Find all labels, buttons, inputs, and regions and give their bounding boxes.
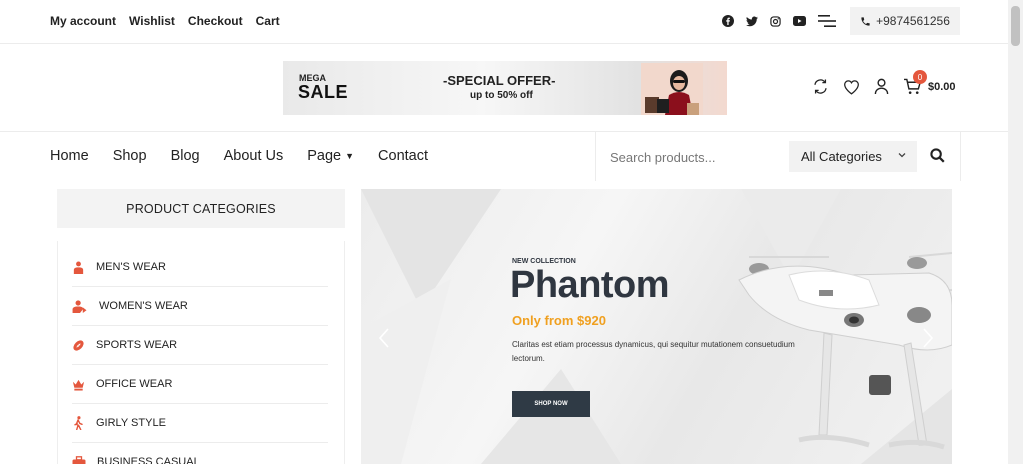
nav-page[interactable]: Page ▼ <box>307 148 354 164</box>
cart-total: $0.00 <box>928 80 956 93</box>
drone-product-image <box>738 252 952 450</box>
product-search: All Categories <box>595 132 961 181</box>
man-icon <box>73 261 84 274</box>
cart-count-badge: 0 <box>913 70 927 84</box>
search-input[interactable] <box>610 146 780 168</box>
social-links <box>722 14 836 28</box>
wishlist-heart-icon[interactable] <box>843 79 860 95</box>
walking-icon <box>74 416 83 430</box>
cart-link[interactable]: Cart <box>256 14 280 28</box>
nav-home[interactable]: Home <box>50 148 89 164</box>
crown-icon <box>72 379 85 391</box>
nav-about-us[interactable]: About Us <box>224 148 284 164</box>
chevron-down-icon <box>898 153 906 158</box>
account-links: My account Wishlist Checkout Cart <box>50 14 280 28</box>
category-list: MEN'S WEAR WOMEN'S WEAR SPORTS WEAR OFFI… <box>57 241 345 464</box>
phone-text: +9874561256 <box>876 14 950 28</box>
banner-model-image <box>641 63 703 115</box>
category-label: GIRLY STYLE <box>96 417 166 429</box>
header-actions: 0 $0.00 <box>812 70 956 95</box>
nav-shop[interactable]: Shop <box>113 148 147 164</box>
my-account-link[interactable]: My account <box>50 14 116 28</box>
category-label: WOMEN'S WEAR <box>99 300 188 312</box>
nav-page-label: Page <box>307 148 342 164</box>
nav-blog[interactable]: Blog <box>171 148 200 164</box>
hero-title: Phantom <box>510 264 670 306</box>
header-main: MEGA SALE -SPECIAL OFFER- up to 50% off … <box>0 45 1008 132</box>
compare-icon[interactable] <box>812 78 829 95</box>
banner-discount: up to 50% off <box>470 90 533 101</box>
youtube-icon[interactable] <box>793 16 806 26</box>
category-item-sports-wear[interactable]: SPORTS WEAR <box>72 326 328 365</box>
twitter-icon[interactable] <box>746 16 758 27</box>
search-icon[interactable] <box>930 148 945 163</box>
category-item-business-casual[interactable]: BUSINESS CASUAL <box>72 443 328 464</box>
football-icon <box>73 339 84 351</box>
category-label: BUSINESS CASUAL <box>97 456 200 464</box>
page-scrollbar[interactable] <box>1008 0 1023 464</box>
phone-icon <box>861 16 870 26</box>
checkout-link[interactable]: Checkout <box>188 14 243 28</box>
category-item-mens-wear[interactable]: MEN'S WEAR <box>72 248 328 287</box>
category-label: MEN'S WEAR <box>96 261 166 273</box>
top-bar: My account Wishlist Checkout Cart +98745… <box>0 0 1008 44</box>
category-select[interactable]: All Categories <box>789 141 917 172</box>
category-item-womens-wear[interactable]: WOMEN'S WEAR <box>72 287 328 326</box>
category-label: SPORTS WEAR <box>96 339 178 351</box>
category-select-value: All Categories <box>801 149 882 164</box>
scrollbar-thumb[interactable] <box>1011 6 1020 46</box>
shop-now-button[interactable]: SHOP NOW <box>512 391 590 417</box>
chevron-right-icon[interactable] <box>921 327 935 349</box>
women-icon <box>72 299 87 313</box>
navigation-row: Home Shop Blog About Us Page▼ Contact Al… <box>0 132 1008 182</box>
nav-contact[interactable]: Contact <box>378 148 428 164</box>
menu-icon[interactable] <box>818 14 836 28</box>
banner-offer: -SPECIAL OFFER- <box>443 73 556 88</box>
hero-slider: NEW COLLECTION Phantom Only from $920 Cl… <box>361 189 952 464</box>
category-label: OFFICE WEAR <box>96 378 173 390</box>
facebook-icon[interactable] <box>722 15 734 27</box>
user-account-icon[interactable] <box>874 78 889 95</box>
chevron-left-icon[interactable] <box>377 327 391 349</box>
instagram-icon[interactable] <box>770 15 781 27</box>
caret-down-icon: ▼ <box>345 151 355 162</box>
mini-cart[interactable]: 0 $0.00 <box>903 70 956 95</box>
briefcase-icon <box>72 455 86 464</box>
categories-heading: PRODUCT CATEGORIES <box>57 189 345 228</box>
category-item-office-wear[interactable]: OFFICE WEAR <box>72 365 328 404</box>
phone-number[interactable]: +9874561256 <box>850 7 960 35</box>
promo-banner[interactable]: MEGA SALE -SPECIAL OFFER- up to 50% off <box>283 61 727 115</box>
hero-price: Only from $920 <box>512 313 606 328</box>
main-menu: Home Shop Blog About Us Page ▼ Contact <box>50 148 428 164</box>
category-item-girly-style[interactable]: GIRLY STYLE <box>72 404 328 443</box>
banner-sale: SALE <box>298 82 349 102</box>
wishlist-link[interactable]: Wishlist <box>129 14 175 28</box>
